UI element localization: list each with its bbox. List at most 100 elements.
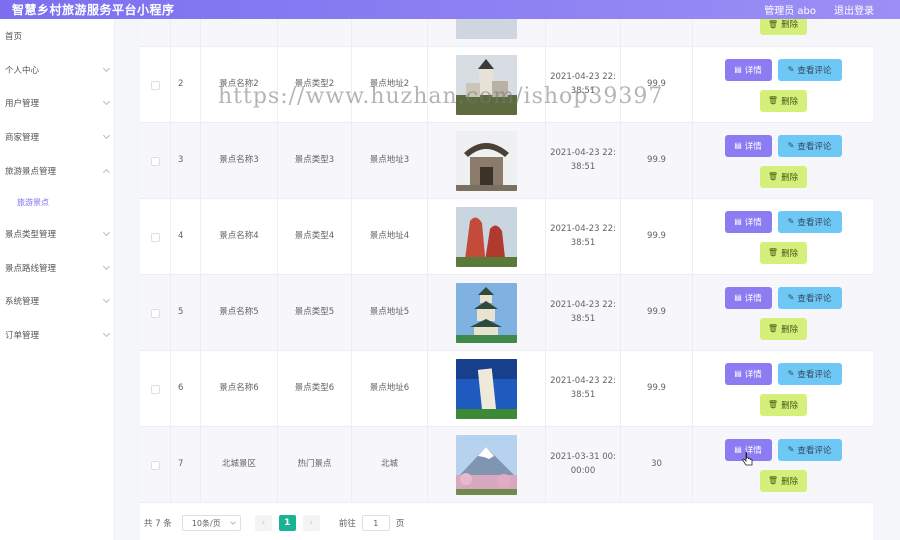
delete-button[interactable]: 🗑 删除 (759, 393, 807, 416)
sidebar-item-attraction-types[interactable]: 景点类型管理 (0, 225, 115, 243)
chevron-down-icon (229, 518, 236, 525)
view-reviews-button[interactable]: ✎ 查看评论 (777, 58, 842, 81)
trash-icon: 🗑 (767, 248, 779, 257)
row-index: 7 (170, 427, 200, 503)
page-number-current[interactable]: 1 (278, 515, 296, 531)
pagoda-photo (456, 131, 517, 191)
sidebar-item-users[interactable]: 用户管理 (0, 94, 115, 112)
trash-icon: 🗑 (767, 19, 779, 29)
logout-link[interactable]: 退出登录 (834, 2, 874, 17)
temple-photo (456, 19, 517, 39)
detail-button[interactable]: ▤ 详情 (724, 362, 772, 385)
sidebar-item-home[interactable]: 首页 (0, 27, 115, 45)
attraction-address: 景点地址6 (351, 351, 427, 427)
table-row: 6 景点名称6 景点类型6 景点地址6 2021-04-23 22: 38:51 99.9 ▤… (140, 351, 873, 427)
attraction-type: 热门景点 (277, 427, 351, 503)
chevron-down-icon (102, 295, 111, 304)
attraction-address: 景点地址3 (351, 123, 427, 199)
attraction-type (277, 19, 351, 47)
attraction-price: 99.9 (620, 275, 692, 351)
row-index: 4 (170, 199, 200, 275)
prev-page-button[interactable]: ‹ (254, 515, 272, 531)
row-actions: ▤ 详情 ✎ 查看评论 🗑 删除 (692, 275, 873, 351)
view-reviews-button[interactable]: ✎ 查看评论 (777, 438, 842, 461)
attraction-address: 景点地址5 (351, 275, 427, 351)
document-icon: ▤ (734, 445, 742, 454)
hand-cursor-icon (742, 452, 753, 466)
chevron-down-icon (102, 228, 111, 237)
view-reviews-button[interactable]: ✎ 查看评论 (777, 134, 842, 157)
sidebar-item-merchants[interactable]: 商家管理 (0, 128, 115, 146)
pagination-total: 共 7 条 (144, 519, 172, 529)
sidebar-item-profile[interactable]: 个人中心 (0, 61, 115, 79)
attraction-type: 景点类型6 (277, 351, 351, 427)
row-index: 3 (170, 123, 200, 199)
chevron-left-icon: ‹ (261, 518, 266, 528)
delete-button[interactable]: 🗑 删除 (759, 317, 807, 340)
row-checkbox[interactable] (150, 308, 160, 318)
row-checkbox[interactable] (150, 232, 160, 242)
row-checkbox[interactable] (150, 80, 160, 90)
row-actions: ▤ 详情 ✎ 查看评论 🗑 删除 (692, 351, 873, 427)
attraction-name (200, 19, 277, 47)
table-panel: 1 38:51 🗑删除 2景点名称2景点类型2景点地址2 2021-04-23 22:3… (140, 19, 873, 540)
delete-button[interactable]: 🗑 删除 (759, 19, 807, 35)
next-page-button[interactable]: › (302, 515, 320, 531)
attraction-address: 景点地址4 (351, 199, 427, 275)
sidebar-item-system[interactable]: 系统管理 (0, 292, 115, 310)
sidebar-subitem-attractions[interactable]: 旅游景点 (0, 193, 115, 211)
row-checkbox[interactable] (150, 156, 160, 166)
created-time: 2021-04-23 22: 38:51 (545, 47, 620, 123)
created-time: 2021-04-23 22: 38:51 (545, 275, 620, 351)
sidebar-item-attractions-mgmt[interactable]: 旅游景点管理 (0, 162, 115, 180)
table-row: 5 景点名称5 景点类型5 景点地址5 2021-04-23 22: 38:51 99.9 ▤… (140, 275, 873, 351)
page-jump-input[interactable]: 1 (361, 515, 390, 531)
sidebar-item-orders[interactable]: 订单管理 (0, 326, 115, 344)
trash-icon: 🗑 (767, 476, 779, 485)
row-actions: ▤ 详情 ✎ 查看评论 🗑 删除 (692, 47, 873, 123)
admin-user-label[interactable]: 管理员 abo (764, 2, 816, 17)
row-actions: 🗑 删除 (692, 19, 873, 47)
attraction-price: 99.9 (620, 199, 692, 275)
row-checkbox[interactable] (150, 384, 160, 394)
delete-button[interactable]: 🗑 删除 (759, 241, 807, 264)
sidebar-item-routes[interactable]: 景点路线管理 (0, 259, 115, 277)
view-reviews-button[interactable]: ✎ 查看评论 (777, 210, 842, 233)
page-size-select[interactable]: 10条/页 (181, 515, 241, 531)
view-reviews-button[interactable]: ✎ 查看评论 (777, 362, 842, 385)
edit-icon: ✎ (787, 369, 795, 378)
row-actions: ▤ 详情 ✎ 查看评论 🗑 删除 (692, 199, 873, 275)
detail-button[interactable]: ▤ 详情 (724, 134, 772, 157)
view-reviews-button[interactable]: ✎ 查看评论 (777, 286, 842, 309)
document-icon: ▤ (734, 217, 742, 226)
row-index: 6 (170, 351, 200, 427)
attraction-type: 景点类型3 (277, 123, 351, 199)
row-checkbox[interactable] (150, 460, 160, 470)
row-index: 5 (170, 275, 200, 351)
mountain-photo (456, 435, 517, 495)
sidebar: 首页 个人中心 用户管理 商家管理 旅游景点管理 旅游景点 景点类型管理 景点路… (0, 19, 115, 540)
attraction-name: 景点名称6 (200, 351, 277, 427)
detail-button[interactable]: ▤ 详情 (724, 58, 772, 81)
document-icon: ▤ (734, 65, 742, 74)
trash-icon: 🗑 (767, 400, 779, 409)
edit-icon: ✎ (787, 217, 795, 226)
attraction-name: 景点名称2 (200, 47, 277, 123)
attraction-price: 30 (620, 427, 692, 503)
delete-button[interactable]: 🗑 删除 (759, 89, 807, 112)
delete-button[interactable]: 🗑 删除 (759, 165, 807, 188)
delete-button[interactable]: 🗑 删除 (759, 469, 807, 492)
created-time: 2021-04-23 22: 38:51 (545, 123, 620, 199)
edit-icon: ✎ (787, 293, 795, 302)
detail-button[interactable]: ▤ 详情 (724, 286, 772, 309)
detail-button[interactable]: ▤ 详情 (724, 210, 772, 233)
attraction-name: 景点名称5 (200, 275, 277, 351)
table-row: 2 景点名称2 景点类型2 景点地址2 2021-04-23 22: 38:51 99.9 ▤… (140, 47, 873, 123)
page-jump: 前往 1 页 (339, 515, 404, 531)
attraction-price: 99.9 (620, 123, 692, 199)
chevron-down-icon (102, 64, 111, 73)
edit-icon: ✎ (787, 141, 795, 150)
trash-icon: 🗑 (767, 324, 779, 333)
trash-icon: 🗑 (767, 96, 779, 105)
attraction-address: 北城 (351, 427, 427, 503)
